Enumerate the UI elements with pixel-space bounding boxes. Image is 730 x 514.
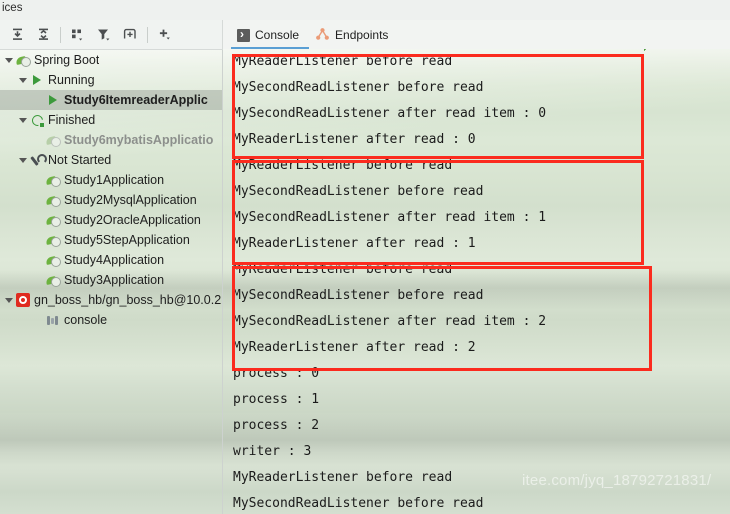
filter-icon[interactable] (91, 23, 117, 47)
tree-row-label: Study4Application (64, 253, 165, 267)
services-tree: Spring Boot Running Study6ItemreaderAppl… (0, 50, 222, 514)
console-line: MyReaderListener before read (233, 158, 453, 173)
tree-row-not-started[interactable]: Not Started (0, 150, 222, 170)
tree-row-finished[interactable]: Finished (0, 110, 222, 130)
panel-splitter[interactable] (222, 20, 223, 514)
tab-list: Console Endpoints (231, 23, 398, 47)
console-icon (237, 26, 250, 42)
chevron-down-icon[interactable] (16, 117, 29, 123)
tree-row-label: Study2OracleApplication (64, 213, 201, 227)
collapse-all-icon[interactable] (30, 23, 56, 47)
tree-row-label: Study5StepApplication (64, 233, 190, 247)
spring-boot-muted-icon (45, 134, 61, 147)
chevron-down-icon[interactable] (2, 297, 15, 303)
tree-row-label: console (64, 313, 108, 327)
tree-row-label: Study2MysqlApplication (64, 193, 197, 207)
tree-row-study1-application[interactable]: Study1Application (0, 170, 222, 190)
tab-strip-right-fill (225, 0, 730, 20)
wrench-icon (29, 153, 47, 167)
expand-all-icon[interactable] (4, 23, 30, 47)
tree-row-label: Running (48, 73, 95, 87)
tree-row-study2-mysql-application[interactable]: Study2MysqlApplication (0, 190, 222, 210)
endpoints-icon (315, 27, 330, 44)
chevron-down-icon[interactable] (2, 57, 15, 63)
tab-endpoints[interactable]: Endpoints (309, 23, 398, 47)
console-line: process : 2 (233, 418, 320, 433)
console-line: writer : 3 (233, 444, 312, 459)
stop-icon (15, 293, 31, 307)
watermark-text: itee.com/jyq_18792721831/ (522, 472, 712, 489)
tree-row-console[interactable]: console (0, 310, 222, 330)
tree-row-study6-mybatis-application[interactable]: Study6mybatisApplicatio (0, 130, 222, 150)
tool-window-tab-strip: ices (0, 0, 730, 21)
console-line: process : 0 (233, 366, 320, 381)
spring-boot-icon (45, 194, 61, 207)
add-tab-icon[interactable] (117, 23, 143, 47)
spring-boot-icon (45, 174, 61, 187)
spring-boot-icon (45, 254, 61, 267)
console-line: MySecondReadListener before read (233, 496, 484, 511)
tree-row-label: Study1Application (64, 173, 165, 187)
console-leaf-icon (45, 315, 61, 326)
tree-row-label: Finished (48, 113, 96, 127)
console-line: MySecondReadListener after read item : 2 (233, 314, 547, 329)
tree-row-label: Study6mybatisApplicatio (64, 133, 214, 147)
services-toolbar (0, 20, 223, 50)
console-line: MyReaderListener before read (233, 54, 453, 69)
console-line: process : 1 (233, 392, 320, 407)
console-line: MySecondReadListener before read (233, 80, 484, 95)
console-line: MySecondReadListener before read (233, 288, 484, 303)
tree-row-spring-boot[interactable]: Spring Boot (0, 50, 222, 70)
tree-row-label: gn_boss_hb/gn_boss_hb@10.0.2! (34, 293, 222, 307)
rerun-icon (29, 112, 45, 128)
tree-row-study5-step-application[interactable]: Study5StepApplication (0, 230, 222, 250)
tab-endpoints-label: Endpoints (335, 28, 389, 42)
tab-selected-underline (231, 47, 309, 49)
spring-boot-icon (45, 214, 61, 227)
play-icon (45, 95, 61, 105)
tab-console-label: Console (255, 28, 300, 42)
console-line: MyReaderListener after read : 0 (233, 132, 476, 147)
tree-row-gn-boss-hb[interactable]: gn_boss_hb/gn_boss_hb@10.0.2! (0, 290, 222, 310)
chevron-down-icon[interactable] (16, 77, 29, 83)
console-line: MyReaderListener after read : 2 (233, 340, 476, 355)
tree-row-label: Not Started (48, 153, 112, 167)
tree-row-study3-application[interactable]: Study3Application (0, 270, 222, 290)
console-line: MyReaderListener before read (233, 262, 453, 277)
spring-boot-icon (45, 234, 61, 247)
tree-row-label: Study3Application (64, 273, 165, 287)
spring-boot-icon (45, 274, 61, 287)
tree-row-running[interactable]: Running (0, 70, 222, 90)
console-output[interactable]: MyReaderListener before read MySecondRea… (223, 49, 730, 514)
console-line: MyReaderListener after read : 1 (233, 236, 476, 251)
console-line: MySecondReadListener after read item : 0 (233, 106, 547, 121)
tab-console[interactable]: Console (231, 23, 309, 47)
toolbar-separator-2 (147, 26, 148, 43)
services-tab-label[interactable]: ices (2, 2, 22, 14)
spring-boot-icon (15, 54, 31, 67)
tree-row-study2-oracle-application[interactable]: Study2OracleApplication (0, 210, 222, 230)
tree-row-label: Spring Boot (34, 53, 100, 67)
chevron-down-icon[interactable] (16, 157, 29, 163)
tree-row-study6-itemreader-application[interactable]: Study6ItemreaderApplic (0, 90, 222, 110)
tree-row-study4-application[interactable]: Study4Application (0, 250, 222, 270)
console-tabbar: Console Endpoints (223, 20, 730, 49)
toolbar-separator-1 (60, 26, 61, 43)
console-line: MySecondReadListener after read item : 1 (233, 210, 547, 225)
add-icon[interactable] (152, 23, 178, 47)
console-line: MySecondReadListener before read (233, 184, 484, 199)
services-tool-window: ices › Console Endpoints Spring Boot Run… (0, 0, 730, 514)
group-by-icon[interactable] (65, 23, 91, 47)
play-icon (29, 75, 45, 85)
tree-row-label: Study6ItemreaderApplic (64, 93, 208, 107)
